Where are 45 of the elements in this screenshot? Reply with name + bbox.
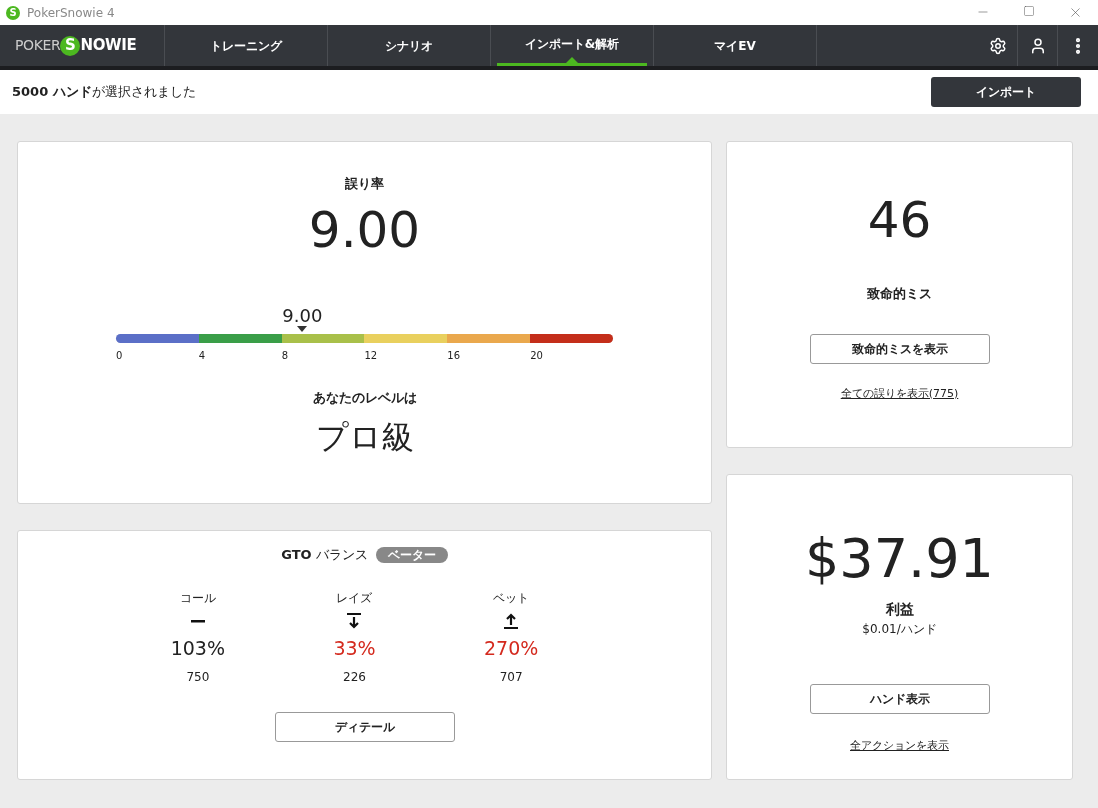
error-rate-value: 9.00 xyxy=(308,199,421,260)
profit-per-hand: $0.01/ハンド xyxy=(862,621,937,638)
all-actions-link[interactable]: 全アクションを表示 xyxy=(850,738,949,755)
action-label: コール xyxy=(179,589,216,607)
scale-marker-label: 9.00 xyxy=(282,305,323,326)
arrow-down-icon xyxy=(347,612,362,629)
action-count: 707 xyxy=(499,669,523,686)
dash-icon xyxy=(190,618,205,623)
scale-tick-label: 4 xyxy=(198,348,206,363)
nav-tab[interactable]: マイEV xyxy=(660,25,810,66)
action-percent: 33% xyxy=(333,635,376,661)
profit-label: 利益 xyxy=(885,600,914,619)
nav-tab[interactable]: シナリオ xyxy=(334,25,484,66)
action-label: ベット xyxy=(493,589,530,607)
window-title: PokerSnowie 4 xyxy=(27,4,115,22)
show-blunders-button[interactable]: 致命的ミスを表示 xyxy=(809,333,990,364)
gto-title: GTO バランス xyxy=(281,546,368,564)
logo: POKER S NOWIE xyxy=(0,25,165,66)
beta-badge: ベーター xyxy=(375,546,448,563)
action-count: 226 xyxy=(343,669,366,686)
scale-tick-label: 8 xyxy=(281,348,289,363)
arrow-up-icon xyxy=(504,612,519,629)
blunder-label: 致命的ミス xyxy=(867,285,932,303)
action-percent: 270% xyxy=(484,635,539,661)
show-hands-button[interactable]: ハンド表示 xyxy=(809,684,990,714)
all-errors-link[interactable]: 全ての誤りを表示(775) xyxy=(840,385,959,402)
nav-tab[interactable]: インポート&解析 xyxy=(497,25,647,66)
import-button[interactable]: インポート xyxy=(931,77,1081,107)
scale-tick-label: 16 xyxy=(447,348,461,363)
tab-pointer-icon xyxy=(566,57,578,63)
scale-tick-label: 20 xyxy=(530,348,543,363)
level-value: プロ級 xyxy=(315,417,414,458)
profit-value: $37.91 xyxy=(805,527,994,591)
action-percent: 103% xyxy=(170,635,225,661)
error-rate-label: 誤り率 xyxy=(345,175,384,193)
blunder-count: 46 xyxy=(867,190,932,250)
app-icon: S xyxy=(6,5,20,20)
action-label: レイズ xyxy=(336,589,373,607)
level-label: あなたのレベルは xyxy=(312,388,417,407)
nav-tab[interactable]: トレーニング xyxy=(171,25,321,66)
detail-button[interactable]: ディテール xyxy=(274,712,455,742)
scale-tick-label: 12 xyxy=(364,348,378,363)
action-count: 750 xyxy=(186,669,210,686)
selection-text: 5000 ハンドが選択されました xyxy=(12,83,196,102)
scale-tick-label: 0 xyxy=(116,348,123,363)
